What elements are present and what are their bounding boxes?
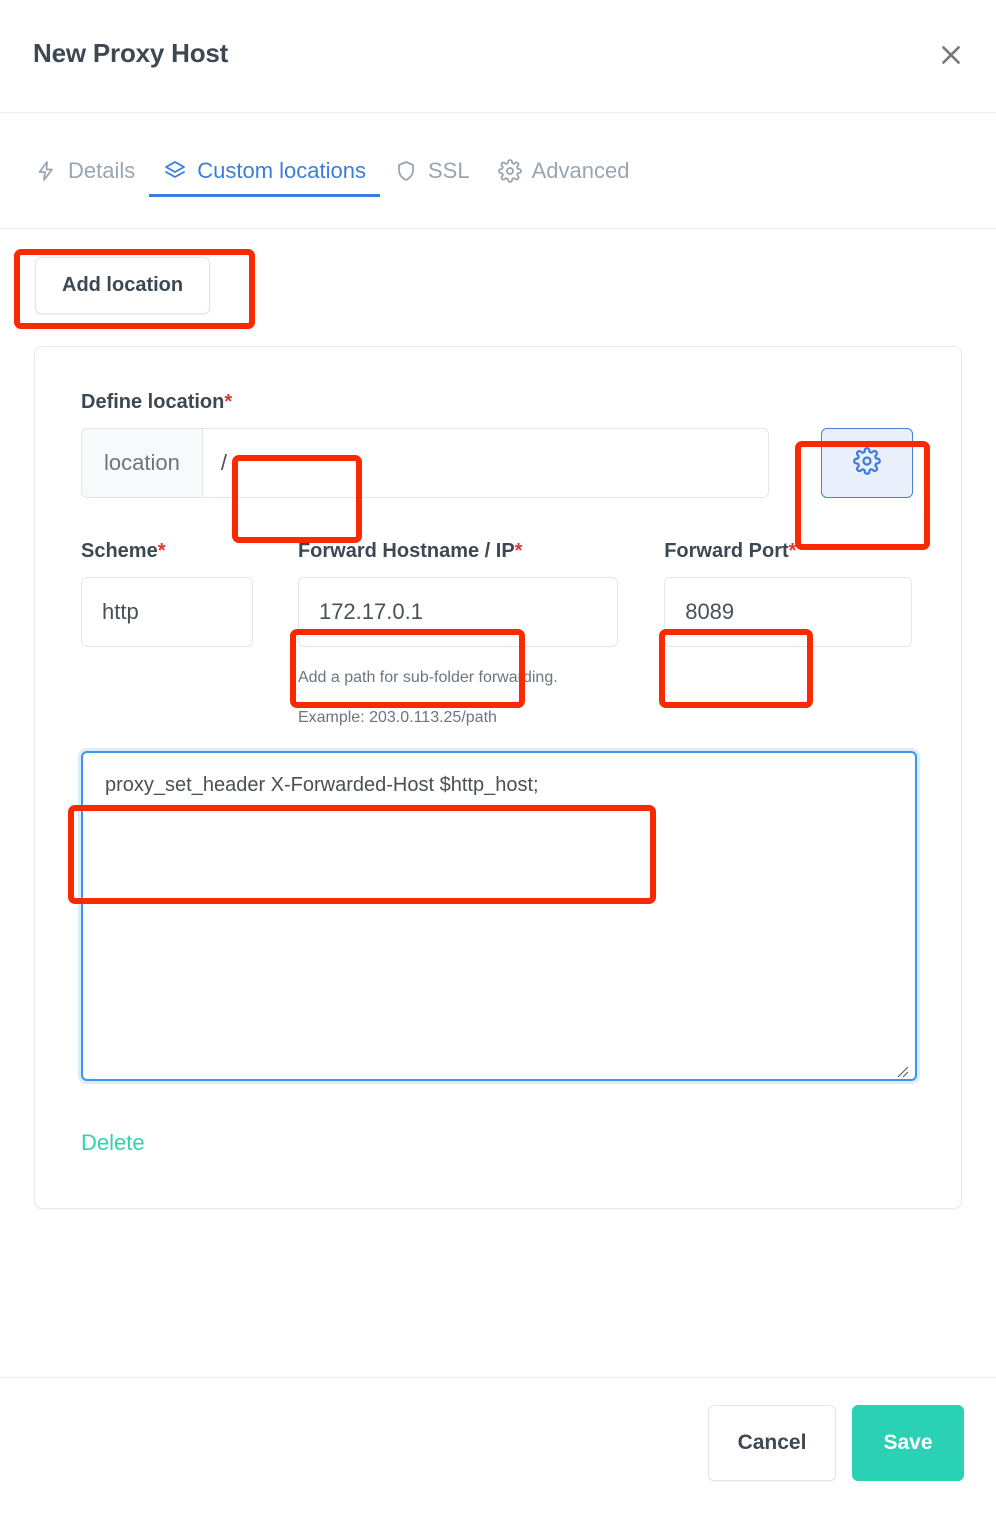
shield-icon	[394, 159, 418, 183]
page-title: New Proxy Host	[33, 38, 229, 68]
define-location-label: Define location*	[81, 391, 915, 414]
forward-host-field: Forward Hostname / IP* Add a path for su…	[297, 540, 664, 727]
location-input-group: location	[81, 428, 769, 498]
forward-host-hint-2: Example: 203.0.113.25/path	[297, 709, 497, 726]
forward-settings-row: Scheme* Forward Hostname / IP* Add a pat…	[81, 540, 915, 727]
tab-ssl-label: SSL	[428, 157, 470, 183]
tab-details-label: Details	[68, 157, 136, 183]
tab-custom-locations[interactable]: Custom locations	[149, 113, 380, 197]
forward-port-label: Forward Port*	[664, 540, 915, 563]
forward-port-input[interactable]	[664, 577, 913, 647]
forward-host-input[interactable]	[297, 577, 618, 647]
custom-config-textarea[interactable]: proxy_set_header X-Forwarded-Host $http_…	[81, 751, 917, 1081]
forward-host-label-text: Forward Hostname / IP	[297, 540, 515, 562]
layers-icon	[163, 159, 187, 183]
add-location-button[interactable]: Add location	[35, 257, 211, 314]
save-button[interactable]: Save	[852, 1405, 964, 1481]
scheme-field: Scheme*	[81, 540, 298, 727]
forward-host-hint-1: Add a path for sub-folder forwarding.	[297, 669, 558, 686]
location-input-addon: location	[82, 429, 203, 497]
define-location-row: location	[81, 428, 915, 498]
location-block-card: Define location* location / Scheme* http…	[34, 346, 962, 1209]
scheme-label-text: Scheme	[81, 540, 158, 562]
dialog-header: New Proxy Host	[0, 0, 996, 113]
location-settings-button[interactable]	[821, 428, 913, 498]
define-location-label-text: Define location	[81, 391, 225, 413]
scheme-label: Scheme*	[81, 540, 298, 563]
delete-location-link[interactable]: Delete	[81, 1130, 145, 1156]
close-icon[interactable]	[934, 38, 968, 72]
cancel-button[interactable]: Cancel	[708, 1405, 836, 1481]
tab-advanced-label: Advanced	[531, 157, 630, 183]
required-asterisk: *	[514, 540, 523, 562]
location-input[interactable]	[202, 429, 768, 497]
required-asterisk: *	[157, 540, 166, 562]
gear-icon	[497, 158, 522, 183]
tab-advanced[interactable]: Advanced	[484, 113, 644, 196]
tab-bar: Details Custom locations SSL Advanced	[0, 113, 996, 229]
forward-host-label: Forward Hostname / IP*	[298, 540, 664, 563]
tab-details[interactable]: Details	[20, 113, 149, 196]
gear-icon	[853, 446, 881, 480]
bolt-icon	[34, 159, 58, 183]
forward-port-field: Forward Port*	[664, 540, 915, 727]
dialog-body: Add location Define location* location /…	[0, 229, 996, 1376]
scheme-input[interactable]	[81, 577, 253, 647]
config-textarea-wrap: proxy_set_header X-Forwarded-Host $http_…	[81, 727, 917, 1086]
required-asterisk: *	[224, 391, 233, 413]
new-proxy-host-dialog: New Proxy Host Details Custom locations …	[0, 0, 996, 1510]
required-asterisk: *	[788, 540, 797, 562]
forward-port-label-text: Forward Port	[664, 540, 789, 562]
tab-custom-locations-label: Custom locations	[197, 157, 366, 183]
tab-ssl[interactable]: SSL	[380, 113, 484, 196]
dialog-footer: Cancel Save	[0, 1377, 996, 1508]
